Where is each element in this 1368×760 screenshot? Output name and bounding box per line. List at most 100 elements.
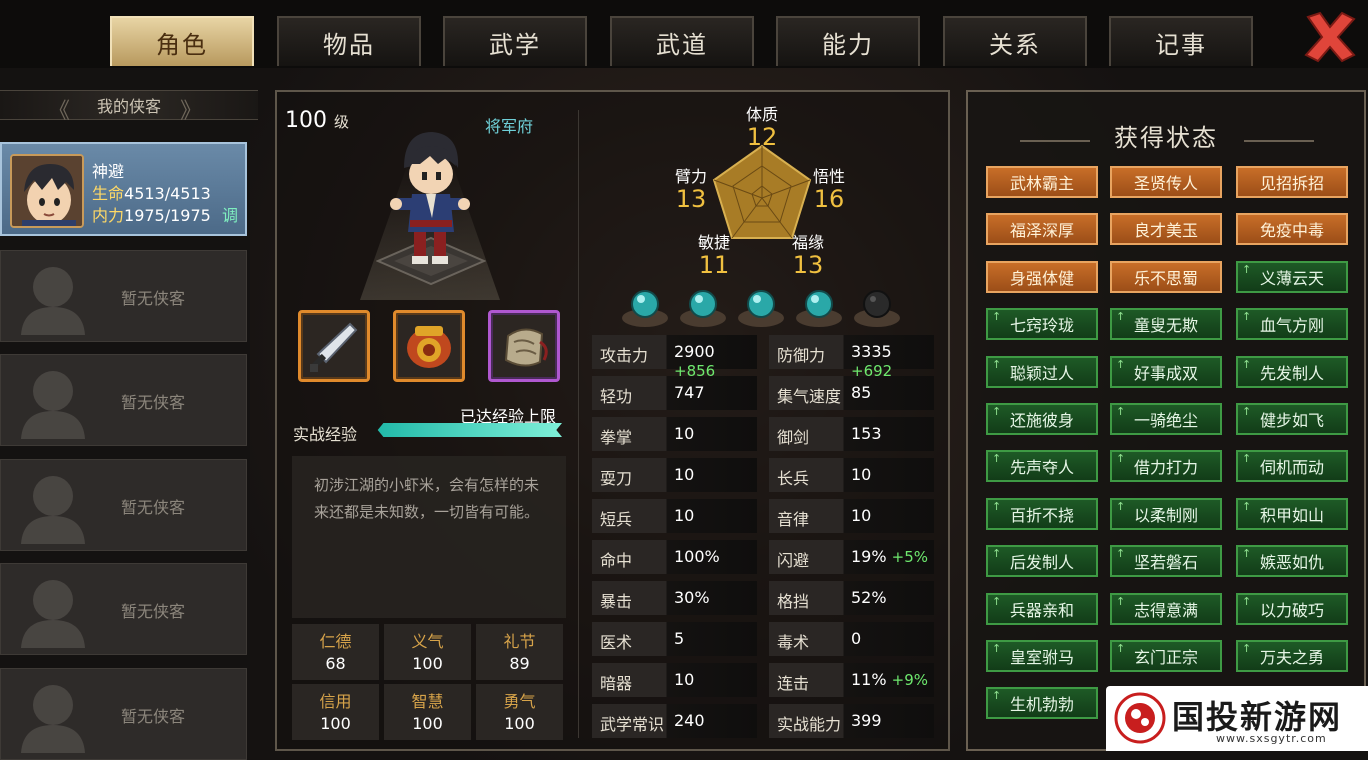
status-buff[interactable]: 武林霸主	[986, 166, 1098, 198]
status-buff[interactable]: 圣贤传人	[1110, 166, 1222, 198]
status-buff[interactable]: 伺机而动	[1236, 450, 1348, 482]
stat-row: 长兵 10	[769, 458, 934, 492]
virtue-stat: 仁德 68	[292, 624, 379, 680]
divider	[578, 110, 579, 738]
status-buff[interactable]: 义薄云天	[1236, 261, 1348, 293]
status-buff[interactable]: 后发制人	[986, 545, 1098, 577]
status-buff[interactable]: 童叟无欺	[1110, 308, 1222, 340]
status-buff[interactable]: 聪颖过人	[986, 356, 1098, 388]
stat-row: 格挡 52%	[769, 581, 934, 615]
empty-slot[interactable]: 暂无侠客	[0, 459, 247, 551]
status-buff[interactable]: 以柔制刚	[1110, 498, 1222, 530]
stat-row: 集气速度 85	[769, 376, 934, 410]
status-buff[interactable]: 积甲如山	[1236, 498, 1348, 530]
status-buff[interactable]: 兵器亲和	[986, 593, 1098, 625]
silhouette-icon	[21, 476, 85, 544]
attr-strength: 臂力 13	[674, 167, 707, 213]
status-buff[interactable]: 生机勃勃	[986, 687, 1098, 719]
stat-row: 实战能力 399	[769, 704, 934, 738]
tab-items[interactable]: 物品	[277, 16, 421, 66]
empty-slot-label: 暂无侠客	[121, 602, 186, 621]
status-buff[interactable]: 乐不思蜀	[1110, 261, 1222, 293]
faction-link[interactable]: 将军府	[485, 113, 533, 137]
orb-empty-icon	[854, 290, 900, 327]
attr-fortune: 福缘 13	[791, 233, 824, 279]
status-buff[interactable]: 先声夺人	[986, 450, 1098, 482]
roster-title: 我的侠客	[96, 97, 161, 116]
status-buff[interactable]: 玄门正宗	[1110, 640, 1222, 672]
empty-slot-label: 暂无侠客	[121, 707, 186, 726]
status-buff[interactable]: 先发制人	[1236, 356, 1348, 388]
status-buff[interactable]: 好事成双	[1110, 356, 1222, 388]
sword-icon	[310, 322, 358, 372]
stat-row: 连击 11% +9%	[769, 663, 934, 697]
status-buff[interactable]: 免疫中毒	[1236, 213, 1348, 245]
status-buff[interactable]: 福泽深厚	[986, 213, 1098, 245]
chevron-right-icon[interactable]: 》	[180, 93, 202, 125]
silhouette-icon	[21, 371, 85, 439]
status-buff[interactable]: 百折不挠	[986, 498, 1098, 530]
stat-row: 防御力 3335 +692	[769, 335, 934, 380]
hero-card[interactable]: 神避 生命4513/4513 内力1975/1975 调	[0, 142, 247, 236]
status-buff[interactable]: 嫉恶如仇	[1236, 545, 1348, 577]
character-sprite	[390, 132, 470, 264]
status-buff[interactable]: 志得意满	[1110, 593, 1222, 625]
status-buff[interactable]: 还施彼身	[986, 403, 1098, 435]
tab-journal[interactable]: 记事	[1109, 16, 1253, 66]
status-buff[interactable]: 见招拆招	[1236, 166, 1348, 198]
pouch-icon	[504, 328, 548, 367]
stat-row: 轻功 747	[592, 376, 757, 410]
avatar	[10, 154, 84, 228]
status-buff[interactable]: 身强体健	[986, 261, 1098, 293]
chevron-left-icon[interactable]: 《	[48, 93, 70, 125]
equip-slot-armor[interactable]	[393, 310, 465, 382]
status-buff[interactable]: 万夫之勇	[1236, 640, 1348, 672]
armor-icon	[407, 326, 451, 368]
empty-slot[interactable]: 暂无侠客	[0, 563, 247, 655]
tab-wudao[interactable]: 武道	[610, 16, 754, 66]
status-buff[interactable]: 血气方刚	[1236, 308, 1348, 340]
empty-slot-label: 暂无侠客	[121, 498, 186, 517]
exp-label: 实战经验	[293, 425, 358, 444]
status-buff[interactable]: 以力破巧	[1236, 593, 1348, 625]
virtue-stat: 智慧 100	[384, 684, 471, 740]
silhouette-icon	[21, 580, 85, 648]
character-level: 100 级	[285, 108, 350, 133]
attr-insight: 悟性 16	[812, 167, 845, 213]
silhouette-icon	[21, 685, 85, 753]
stat-row: 音律 10	[769, 499, 934, 533]
watermark-logo	[1114, 692, 1166, 744]
stat-row: 耍刀 10	[592, 458, 757, 492]
stat-row: 闪避 19% +5%	[769, 540, 934, 574]
status-buff[interactable]: 七窍玲珑	[986, 308, 1098, 340]
status-buff[interactable]: 良才美玉	[1110, 213, 1222, 245]
empty-slot[interactable]: 暂无侠客	[0, 250, 247, 342]
stat-row: 攻击力 2900 +856	[592, 335, 757, 380]
stat-row: 暴击 30%	[592, 581, 757, 615]
orb-icon	[622, 290, 668, 327]
tab-relations[interactable]: 关系	[943, 16, 1087, 66]
equip-slot-accessory[interactable]	[488, 310, 560, 382]
close-button[interactable]	[1300, 8, 1360, 66]
status-buff[interactable]: 坚若磐石	[1110, 545, 1222, 577]
empty-slot[interactable]: 暂无侠客	[0, 668, 247, 760]
empty-slot[interactable]: 暂无侠客	[0, 354, 247, 446]
watermark-url: www.sxsgytr.com	[1216, 732, 1327, 745]
tab-martial-arts[interactable]: 武学	[443, 16, 587, 66]
empty-slot-label: 暂无侠客	[121, 393, 186, 412]
status-buff[interactable]: 一骑绝尘	[1110, 403, 1222, 435]
attr-constitution: 体质 12	[745, 105, 778, 151]
status-buff[interactable]: 健步如飞	[1236, 403, 1348, 435]
tab-character[interactable]: 角色	[110, 16, 254, 66]
status-buff[interactable]: 皇室驸马	[986, 640, 1098, 672]
status-buff[interactable]: 借力打力	[1110, 450, 1222, 482]
stat-row: 医术 5	[592, 622, 757, 656]
adjust-button[interactable]: 调	[222, 202, 238, 226]
attr-agility: 敏捷 11	[697, 233, 730, 279]
title-ornament	[1244, 140, 1314, 142]
roster-header: 《 我的侠客 》	[0, 90, 258, 124]
equip-slot-weapon[interactable]	[298, 310, 370, 382]
stat-row: 暗器 10	[592, 663, 757, 697]
orb-icon	[796, 290, 842, 327]
tab-abilities[interactable]: 能力	[776, 16, 920, 66]
